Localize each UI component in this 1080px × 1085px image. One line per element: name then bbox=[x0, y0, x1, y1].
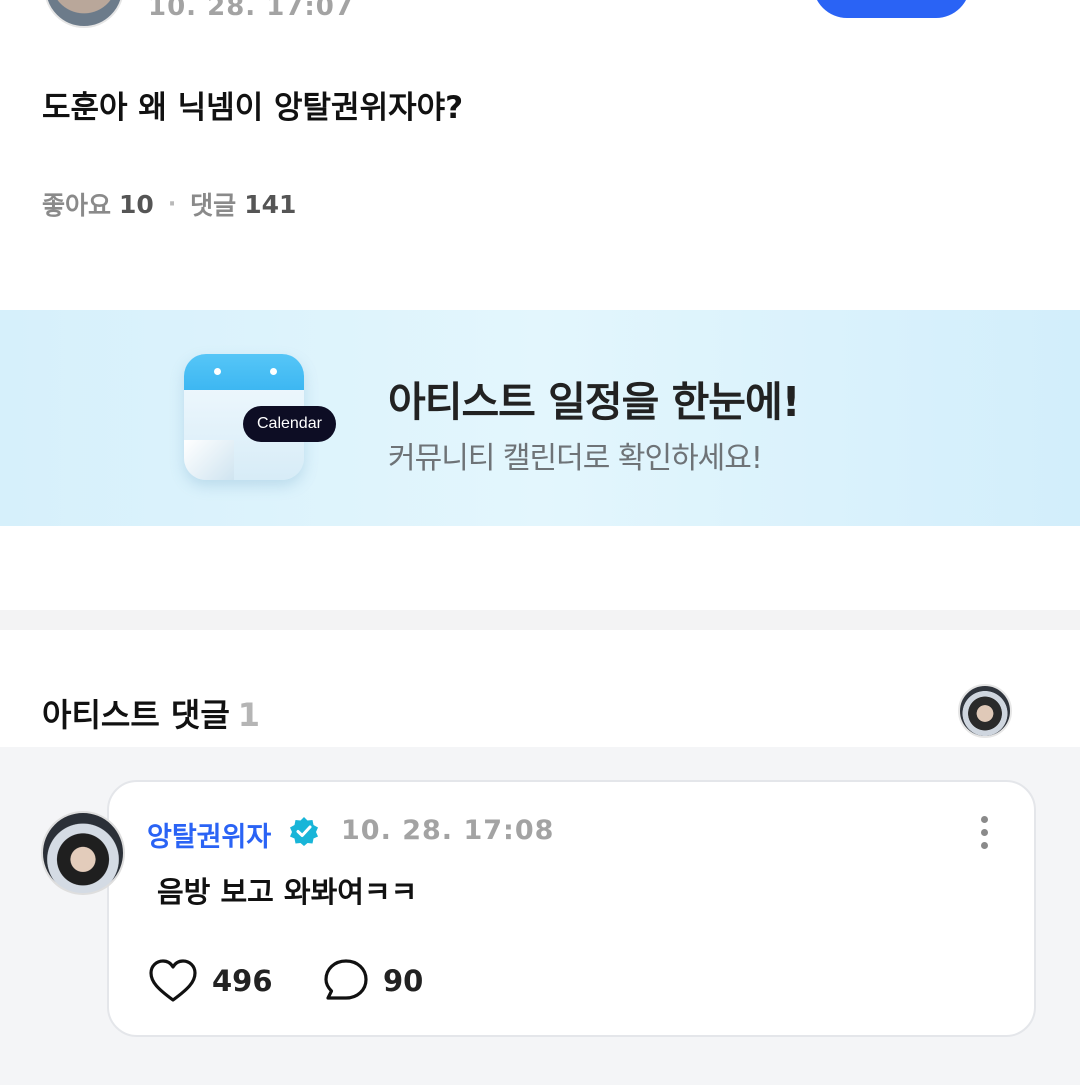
heart-icon[interactable] bbox=[148, 958, 198, 1004]
artist-comments-count: 1 bbox=[237, 696, 261, 734]
artist-comments-label: 아티스트 댓글 bbox=[42, 696, 230, 734]
more-options-icon[interactable] bbox=[1018, 0, 1030, 8]
like-count: 496 bbox=[212, 964, 273, 998]
comment-text: 음방 보고 와봐여ㅋㅋ bbox=[157, 875, 418, 909]
comment-author[interactable]: 앙탈권위자 bbox=[147, 815, 271, 854]
artist-avatar-small[interactable] bbox=[958, 684, 1012, 738]
stats-separator: · bbox=[167, 191, 177, 217]
banner-subtitle: 커뮤니티 캘린더로 확인하세요! bbox=[388, 441, 763, 476]
comments-label[interactable]: 댓글 bbox=[190, 186, 236, 222]
comments-count[interactable]: 141 bbox=[244, 190, 296, 219]
comment-more-icon[interactable] bbox=[976, 814, 992, 850]
author-avatar[interactable] bbox=[44, 0, 124, 28]
commenter-avatar[interactable] bbox=[41, 811, 125, 895]
likes-label: 좋아요 bbox=[42, 191, 112, 220]
reply-count: 90 bbox=[383, 964, 424, 998]
likes-count: 10 bbox=[119, 189, 154, 219]
calendar-banner[interactable]: Calendar 아티스트 일정을 한눈에! 커뮤니티 캘린더로 확인하세요! bbox=[0, 310, 1080, 526]
verified-badge-icon bbox=[290, 817, 318, 846]
follow-button[interactable] bbox=[813, 0, 970, 18]
banner-title: 아티스트 일정을 한눈에! bbox=[388, 378, 800, 426]
section-divider bbox=[0, 610, 1080, 630]
post-title: 도훈아 왜 닉넴이 앙탈권위자야? bbox=[42, 90, 464, 126]
post-timestamp: 10. 28. 17:07 bbox=[148, 0, 354, 22]
artist-comments-title: 아티스트 댓글 1 bbox=[42, 690, 260, 736]
comment-timestamp: 10. 28. 17:08 bbox=[341, 815, 555, 846]
post-stats: 좋아요 10 · 댓글 141 bbox=[42, 186, 296, 222]
speech-bubble-icon[interactable] bbox=[323, 958, 369, 1004]
calendar-tag: Calendar bbox=[243, 406, 336, 442]
